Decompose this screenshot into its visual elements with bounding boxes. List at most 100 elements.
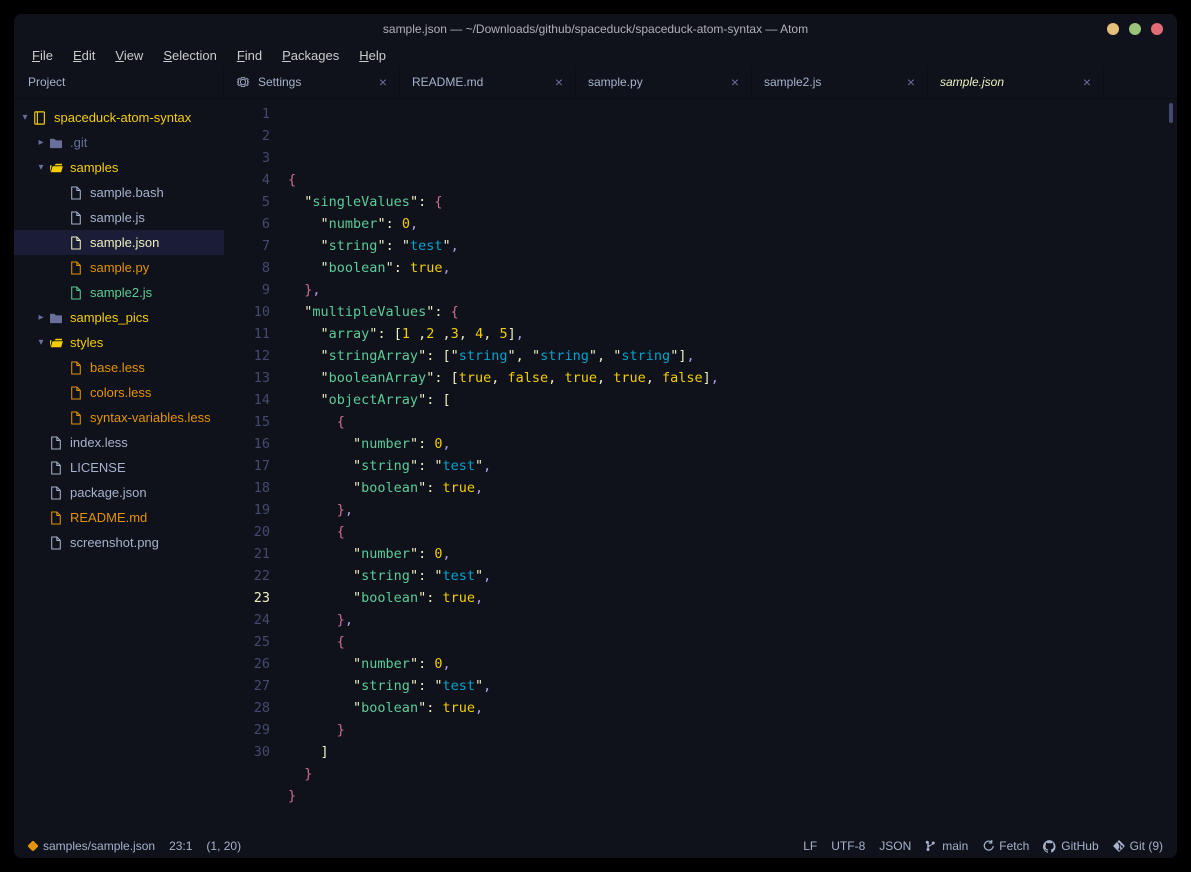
code-line-1[interactable]: { [284, 169, 1177, 191]
code-line-21[interactable]: }, [284, 609, 1177, 631]
tab-sample-json[interactable]: sample.json× [928, 66, 1104, 98]
code-line-18[interactable]: "number": 0, [284, 543, 1177, 565]
file-icon [68, 361, 84, 375]
code-line-20[interactable]: "boolean": true, [284, 587, 1177, 609]
tree-item--git[interactable]: ▸.git [14, 130, 224, 155]
code-line-5[interactable]: "boolean": true, [284, 257, 1177, 279]
encoding[interactable]: UTF-8 [831, 839, 865, 853]
file-tree[interactable]: ▾spaceduck-atom-syntax▸.git▾samplessampl… [14, 99, 224, 834]
project-panel-tab[interactable]: Project [14, 66, 224, 98]
tree-item-screenshot-png[interactable]: screenshot.png [14, 530, 224, 555]
file-status[interactable]: samples/sample.json [28, 839, 155, 853]
tree-item-base-less[interactable]: base.less [14, 355, 224, 380]
file-icon [68, 211, 84, 225]
file-icon [48, 486, 64, 500]
git-branch[interactable]: main [925, 839, 968, 853]
tab-settings[interactable]: Settings× [224, 66, 400, 98]
tree-item-label: spaceduck-atom-syntax [54, 110, 191, 125]
code-line-7[interactable]: "multipleValues": { [284, 301, 1177, 323]
tree-item-sample2-js[interactable]: sample2.js [14, 280, 224, 305]
file-icon [68, 261, 84, 275]
fetch[interactable]: Fetch [982, 839, 1029, 853]
tree-item-readme-md[interactable]: README.md [14, 505, 224, 530]
tree-item-samples_pics[interactable]: ▸samples_pics [14, 305, 224, 330]
tree-item-styles[interactable]: ▾styles [14, 330, 224, 355]
tab-close-icon[interactable]: × [379, 74, 387, 90]
tab-close-icon[interactable]: × [731, 74, 739, 90]
project-tab-label: Project [28, 75, 65, 89]
tab-close-icon[interactable]: × [907, 74, 915, 90]
minimize-button[interactable] [1107, 23, 1119, 35]
tree-item-spaceduck-atom-syntax[interactable]: ▾spaceduck-atom-syntax [14, 105, 224, 130]
tree-item-label: base.less [90, 360, 145, 375]
code-line-13[interactable]: "number": 0, [284, 433, 1177, 455]
code-line-12[interactable]: { [284, 411, 1177, 433]
line-ending[interactable]: LF [803, 839, 817, 853]
folder-open-icon [48, 337, 64, 349]
menu-packages[interactable]: Packages [274, 46, 347, 65]
tree-item-samples[interactable]: ▾samples [14, 155, 224, 180]
menu-edit[interactable]: Edit [65, 46, 103, 65]
code-line-17[interactable]: { [284, 521, 1177, 543]
tree-item-syntax-variables-less[interactable]: syntax-variables.less [14, 405, 224, 430]
tree-item-colors-less[interactable]: colors.less [14, 380, 224, 405]
cursor-position[interactable]: 23:1 [169, 839, 192, 853]
code-line-15[interactable]: "boolean": true, [284, 477, 1177, 499]
code-line-28[interactable]: } [284, 763, 1177, 785]
code-line-9[interactable]: "stringArray": ["string", "string", "str… [284, 345, 1177, 367]
tab-sample-py[interactable]: sample.py× [576, 66, 752, 98]
code-line-27[interactable]: ] [284, 741, 1177, 763]
tree-item-sample-json[interactable]: sample.json [14, 230, 224, 255]
tree-item-label: package.json [70, 485, 147, 500]
code-line-6[interactable]: }, [284, 279, 1177, 301]
scrollbar-thumb[interactable] [1169, 103, 1173, 123]
tree-item-sample-bash[interactable]: sample.bash [14, 180, 224, 205]
code-line-3[interactable]: "number": 0, [284, 213, 1177, 235]
maximize-button[interactable] [1129, 23, 1141, 35]
tab-sample2-js[interactable]: sample2.js× [752, 66, 928, 98]
code-line-26[interactable]: } [284, 719, 1177, 741]
menu-help[interactable]: Help [351, 46, 394, 65]
code-line-23[interactable]: "number": 0, [284, 653, 1177, 675]
tree-item-package-json[interactable]: package.json [14, 480, 224, 505]
tree-item-sample-js[interactable]: sample.js [14, 205, 224, 230]
tree-item-license[interactable]: LICENSE [14, 455, 224, 480]
file-icon [48, 461, 64, 475]
tab-close-icon[interactable]: × [555, 74, 563, 90]
tab-close-icon[interactable]: × [1083, 74, 1091, 90]
tree-item-label: index.less [70, 435, 128, 450]
tree-item-label: README.md [70, 510, 147, 525]
code-line-25[interactable]: "boolean": true, [284, 697, 1177, 719]
menu-file[interactable]: File [24, 46, 61, 65]
menu-find[interactable]: Find [229, 46, 270, 65]
repo-icon [32, 111, 48, 125]
tree-item-label: samples [70, 160, 118, 175]
menubar: FileEditViewSelection FindPackagesHelp [14, 44, 1177, 66]
code-line-2[interactable]: "singleValues": { [284, 191, 1177, 213]
code-line-10[interactable]: "booleanArray": [true, false, true, true… [284, 367, 1177, 389]
code-line-19[interactable]: "string": "test", [284, 565, 1177, 587]
line-gutter: 1234567891011121314151617181920212223242… [224, 99, 284, 834]
menu-selection[interactable]: Selection [155, 46, 224, 65]
github-link[interactable]: GitHub [1043, 839, 1098, 853]
tab-readme-md[interactable]: README.md× [400, 66, 576, 98]
code-line-4[interactable]: "string": "test", [284, 235, 1177, 257]
github-icon [1043, 840, 1056, 853]
code-line-14[interactable]: "string": "test", [284, 455, 1177, 477]
tree-item-index-less[interactable]: index.less [14, 430, 224, 455]
close-button[interactable] [1151, 23, 1163, 35]
code-line-16[interactable]: }, [284, 499, 1177, 521]
code-line-11[interactable]: "objectArray": [ [284, 389, 1177, 411]
tree-item-sample-py[interactable]: sample.py [14, 255, 224, 280]
grammar[interactable]: JSON [879, 839, 911, 853]
chevron-icon: ▸ [34, 137, 48, 148]
code-line-29[interactable]: } [284, 785, 1177, 807]
text-editor[interactable]: 1234567891011121314151617181920212223242… [224, 99, 1177, 834]
menu-view[interactable]: View [107, 46, 151, 65]
git-panel[interactable]: Git (9) [1113, 839, 1163, 853]
code-area[interactable]: { "singleValues": { "number": 0, "string… [284, 99, 1177, 834]
code-line-22[interactable]: { [284, 631, 1177, 653]
code-line-8[interactable]: "array": [1 ,2 ,3, 4, 5], [284, 323, 1177, 345]
code-line-24[interactable]: "string": "test", [284, 675, 1177, 697]
code-line-30[interactable] [284, 807, 1177, 829]
